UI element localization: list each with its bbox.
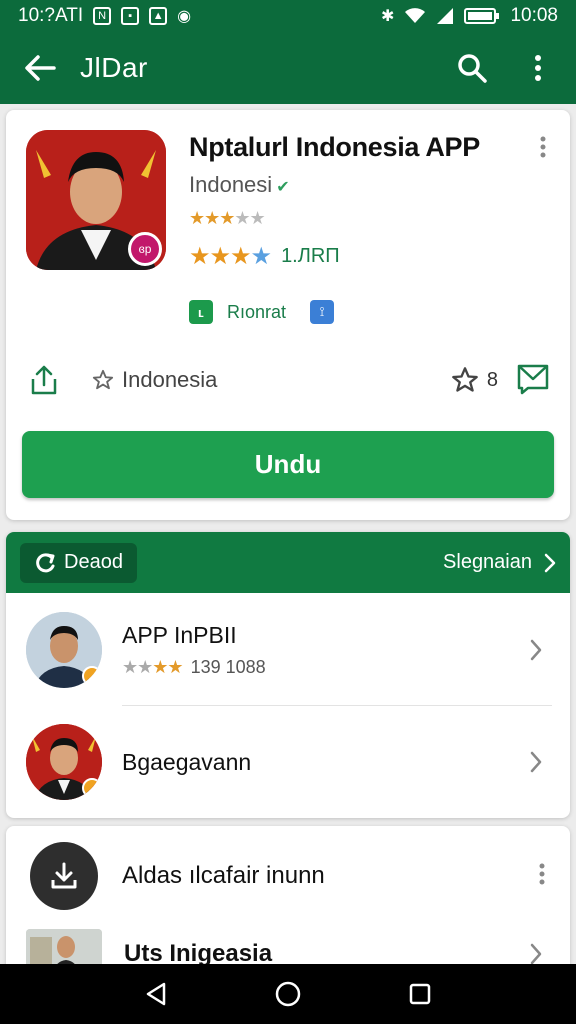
- list-item-title: APP InPBII: [122, 622, 237, 648]
- category-link[interactable]: Indonesia: [92, 367, 217, 393]
- content-rating-label: Rıonrat: [227, 301, 287, 322]
- search-icon: [458, 54, 487, 83]
- app-bar-title: JlDar: [80, 52, 148, 83]
- list-item[interactable]: APP InPBII ★★★★ 139 1088: [6, 594, 570, 706]
- install-button[interactable]: Undu: [22, 431, 554, 498]
- eye-icon: ◉: [177, 8, 192, 25]
- content-rating-icon: ʟ: [189, 300, 213, 324]
- chevron-right-icon: [544, 553, 556, 572]
- rating-count: 1.ЛRП: [281, 245, 340, 267]
- bluetooth-icon: ✱: [381, 8, 395, 25]
- back-button[interactable]: [18, 46, 62, 90]
- gallery-icon: ▲: [149, 7, 168, 25]
- user-badge-icon: ⟟: [310, 300, 335, 324]
- list-item-subtitle: ★★★★ 139 1088: [122, 657, 266, 678]
- favorite-count: 8: [486, 368, 498, 391]
- signal-icon: [437, 8, 454, 24]
- wifi-icon: [405, 8, 426, 23]
- related-section-header: Deaod Slegnaian: [6, 532, 570, 593]
- battery-icon: [464, 8, 500, 24]
- app-icon-badge: ɞp: [128, 232, 162, 266]
- status-time-right: 10:08: [510, 5, 558, 26]
- nav-back-button[interactable]: [134, 972, 178, 1016]
- list-item-title: Bgaegavann: [122, 748, 252, 775]
- related-tag-label: Deaod: [64, 551, 123, 573]
- app-icon: ▪: [121, 7, 140, 25]
- app-meta-row: Indonesia 8: [26, 360, 550, 400]
- nav-recents-button[interactable]: [398, 972, 442, 1016]
- notification-icon: N: [93, 7, 112, 25]
- search-button[interactable]: [452, 48, 492, 88]
- status-time-left: 10:?ATI: [18, 5, 84, 26]
- list-item[interactable]: Bgaegavann: [6, 706, 570, 818]
- avatar: [26, 724, 102, 800]
- square-recents-icon: [409, 983, 431, 1005]
- message-button[interactable]: [516, 361, 550, 400]
- more-options-button[interactable]: [518, 48, 558, 88]
- app-bar-actions: [452, 48, 558, 88]
- list-item-stars: ★★★★: [122, 657, 184, 677]
- status-left: 10:?ATI N ▪ ▲ ◉: [18, 5, 191, 27]
- chevron-right-icon: [522, 748, 550, 776]
- app-detail-card: ɞp Nptalurl Indonesia APP Indonesi ✔ ★★★★…: [6, 110, 570, 520]
- circle-home-icon: [275, 981, 301, 1007]
- more-vert-icon: [535, 55, 541, 81]
- star-outline-icon: [92, 369, 114, 390]
- category-label: Indonesia: [122, 367, 218, 392]
- publisher-name: Indonesi: [189, 172, 273, 197]
- verified-icon: ✔: [276, 179, 290, 196]
- rating-row: ★★★★ 1.ЛRП: [189, 242, 340, 271]
- list-item-text: Bgaegavann: [122, 749, 251, 776]
- share-button[interactable]: [26, 362, 62, 398]
- list-item-count: 139 1088: [190, 657, 266, 677]
- share-icon: [31, 365, 57, 395]
- avatar-badge: [82, 666, 102, 686]
- avatar: [26, 612, 102, 688]
- app-bar: JlDar: [0, 32, 576, 104]
- app-publisher[interactable]: Indonesi ✔: [189, 172, 290, 198]
- list-item-title: Aldas ılcafair inunn: [122, 862, 325, 889]
- app-chips: ʟ Rıonrat ⟟: [189, 300, 335, 324]
- related-tag-chip[interactable]: Deaod: [20, 542, 137, 583]
- see-more-link[interactable]: Slegnaian: [443, 551, 556, 574]
- list-item[interactable]: Aldas ılcafair inunn: [6, 834, 570, 918]
- arrow-back-icon: [25, 55, 56, 81]
- download-icon: [30, 842, 98, 910]
- system-nav-bar: [0, 964, 576, 1024]
- related-apps-card: Deaod Slegnaian APP InPBII ★★★★ 139 1088: [6, 532, 570, 818]
- app-name: Nptalurl Indonesia APP: [189, 132, 480, 162]
- list-item-more-button[interactable]: [538, 863, 546, 890]
- rating-stars: ★★★★: [189, 243, 272, 270]
- app-icon-image: ɞp: [26, 130, 166, 270]
- list-item-text: APP InPBII ★★★★ 139 1088: [122, 622, 266, 678]
- more-vert-icon: [539, 863, 545, 884]
- more-vert-icon: [540, 136, 546, 158]
- avatar-badge: [82, 778, 102, 798]
- chevron-right-icon: [522, 636, 550, 664]
- triangle-back-icon: [146, 982, 166, 1006]
- more-items-card: Aldas ılcafair inunn Uts Inigeasia: [6, 826, 570, 976]
- status-right: ✱ 10:08: [381, 5, 558, 27]
- meta-actions: 8: [451, 361, 550, 400]
- nav-home-button[interactable]: [266, 972, 310, 1016]
- see-more-label: Slegnaian: [443, 551, 532, 573]
- star-outline-icon: [452, 367, 478, 392]
- status-bar: 10:?ATI N ▪ ▲ ◉ ✱ 10:08: [0, 0, 576, 32]
- refresh-icon: [36, 552, 55, 572]
- rating-stars-small: ★★★★★: [189, 208, 266, 228]
- message-icon: [517, 364, 549, 394]
- favorite-button[interactable]: 8: [451, 366, 498, 394]
- app-card-more-button[interactable]: [530, 134, 556, 160]
